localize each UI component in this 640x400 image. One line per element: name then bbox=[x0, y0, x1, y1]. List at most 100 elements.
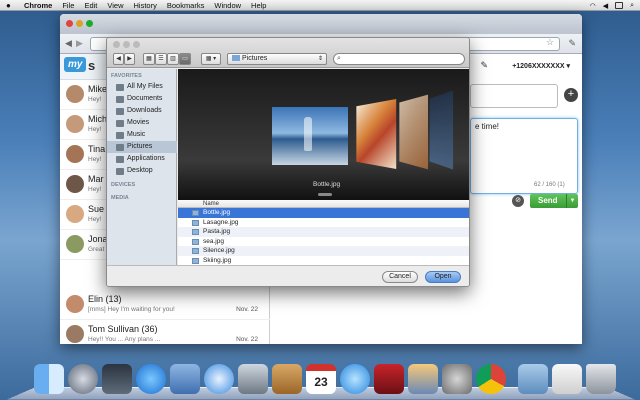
sidebar-item-applications[interactable]: Applications bbox=[107, 153, 177, 165]
volume-icon[interactable]: ◀ bbox=[603, 2, 608, 10]
battery-icon[interactable] bbox=[615, 2, 624, 9]
icon-view-button[interactable]: ▦ bbox=[143, 53, 155, 65]
search-icon[interactable]: ⌕ bbox=[630, 2, 634, 10]
applications-icon bbox=[116, 156, 124, 163]
column-header-name[interactable]: Name bbox=[178, 200, 469, 208]
finder-icon[interactable] bbox=[34, 364, 64, 394]
attach-button[interactable]: ⊘ bbox=[512, 195, 524, 207]
documents-icon[interactable] bbox=[552, 364, 582, 394]
conversation-item[interactable]: Elin (13) [mms] Hey I'm waiting for you!… bbox=[60, 290, 270, 320]
location-popup[interactable]: Pictures ⇕ bbox=[227, 53, 327, 65]
bottle-shape bbox=[304, 117, 312, 151]
cancel-button[interactable]: Cancel bbox=[382, 271, 418, 283]
recipient-field[interactable] bbox=[470, 84, 558, 108]
coverflow-scroller[interactable] bbox=[318, 193, 332, 196]
dialog-control-dot bbox=[133, 41, 140, 48]
open-button[interactable]: Open bbox=[425, 271, 461, 283]
applications-folder-icon[interactable] bbox=[518, 364, 548, 394]
zoom-window-button[interactable] bbox=[86, 20, 93, 27]
conversation-name: Jona bbox=[88, 234, 108, 244]
menu-app-chrome[interactable]: Chrome bbox=[24, 1, 52, 10]
file-row[interactable]: Skiing.jpg bbox=[178, 256, 469, 266]
image-file-icon bbox=[192, 248, 199, 254]
search-field[interactable]: ⌕ bbox=[333, 53, 465, 65]
file-row[interactable]: sea.jpg bbox=[178, 237, 469, 247]
menu-window[interactable]: Window bbox=[214, 1, 241, 10]
compose-icon[interactable]: ✎ bbox=[480, 60, 488, 71]
conversation-name: Mike bbox=[88, 84, 108, 94]
open-file-dialog: ◀ ▶ ▦ ☰ ▥ ▭ ▦ ▾ Pictures ⇕ ⌕ FAVORITES A… bbox=[106, 37, 470, 287]
app-store-icon[interactable] bbox=[136, 364, 166, 394]
sidebar-item-downloads[interactable]: Downloads bbox=[107, 105, 177, 117]
back-button[interactable]: ◀ bbox=[113, 53, 124, 65]
menubar: ● Chrome File Edit View History Bookmark… bbox=[0, 0, 640, 11]
avatar bbox=[66, 85, 84, 103]
movies-icon bbox=[116, 120, 124, 127]
file-row[interactable]: Lasagne.jpg bbox=[178, 218, 469, 228]
iphoto-icon[interactable] bbox=[408, 364, 438, 394]
menu-view[interactable]: View bbox=[107, 1, 123, 10]
add-recipient-button[interactable]: + bbox=[564, 88, 578, 102]
wifi-icon[interactable]: ◠ bbox=[590, 2, 596, 10]
photo-booth-icon[interactable] bbox=[374, 364, 404, 394]
image-file-icon bbox=[192, 257, 199, 264]
list-view-button[interactable]: ☰ bbox=[155, 53, 167, 65]
safari-icon[interactable] bbox=[204, 364, 234, 394]
wrench-icon[interactable]: ✎ bbox=[568, 38, 576, 49]
avatar bbox=[66, 295, 84, 313]
facetime-icon[interactable] bbox=[238, 364, 268, 394]
launchpad-icon[interactable] bbox=[68, 364, 98, 394]
avatar bbox=[66, 325, 84, 343]
sidebar-item-movies[interactable]: Movies bbox=[107, 117, 177, 129]
pictures-icon bbox=[116, 144, 124, 151]
conversation-name: Mich bbox=[88, 114, 108, 124]
star-icon[interactable]: ☆ bbox=[546, 37, 554, 48]
column-view-button[interactable]: ▥ bbox=[167, 53, 179, 65]
coverflow-view-button[interactable]: ▭ bbox=[179, 53, 191, 65]
calendar-icon[interactable]: 23 bbox=[306, 364, 336, 394]
send-label: Send bbox=[538, 196, 558, 205]
menu-file[interactable]: File bbox=[62, 1, 74, 10]
conversation-item[interactable]: Tom Sullivan (36) Hey!! You ... Any plan… bbox=[60, 320, 270, 344]
menu-history[interactable]: History bbox=[134, 1, 157, 10]
file-row[interactable]: Silence.jpg bbox=[178, 246, 469, 256]
dialog-control-dot bbox=[123, 41, 130, 48]
send-options-icon[interactable]: ▼ bbox=[566, 194, 578, 208]
forward-button[interactable]: ▶ bbox=[124, 53, 135, 65]
dialog-footer: Cancel Open bbox=[107, 265, 469, 286]
sidebar-item-music[interactable]: Music bbox=[107, 129, 177, 141]
sidebar-item-desktop[interactable]: Desktop bbox=[107, 165, 177, 177]
forward-icon[interactable]: ▶ bbox=[76, 38, 83, 49]
phone-number[interactable]: +1206XXXXXXX ▾ bbox=[512, 62, 570, 70]
cover-lasagne-image[interactable] bbox=[356, 98, 397, 170]
address-book-icon[interactable] bbox=[272, 364, 302, 394]
minimize-window-button[interactable] bbox=[76, 20, 83, 27]
send-button[interactable]: Send ▼ bbox=[530, 194, 578, 208]
itunes-icon[interactable] bbox=[340, 364, 370, 394]
devices-header: DEVICES bbox=[111, 182, 136, 188]
window-controls bbox=[66, 20, 93, 27]
sidebar-item-pictures[interactable]: Pictures bbox=[107, 141, 177, 153]
trash-icon[interactable] bbox=[586, 364, 616, 394]
menu-bookmarks[interactable]: Bookmarks bbox=[167, 1, 205, 10]
back-icon[interactable]: ◀ bbox=[65, 38, 72, 49]
arrange-button[interactable]: ▦ ▾ bbox=[201, 53, 221, 65]
cover-sea-image[interactable] bbox=[429, 90, 454, 170]
apple-menu-icon[interactable]: ● bbox=[6, 1, 16, 10]
chrome-icon[interactable] bbox=[476, 364, 506, 394]
avatar bbox=[66, 145, 84, 163]
close-window-button[interactable] bbox=[66, 20, 73, 27]
menu-help[interactable]: Help bbox=[251, 1, 266, 10]
mission-control-icon[interactable] bbox=[102, 364, 132, 394]
file-row[interactable]: Pasta.jpg bbox=[178, 227, 469, 237]
coverflow-preview[interactable]: Bottle.jpg bbox=[178, 69, 469, 200]
sidebar-item-documents[interactable]: Documents bbox=[107, 93, 177, 105]
menu-edit[interactable]: Edit bbox=[84, 1, 97, 10]
system-preferences-icon[interactable] bbox=[442, 364, 472, 394]
cover-pasta-image[interactable] bbox=[399, 94, 429, 170]
file-row[interactable]: Bottle.jpg bbox=[178, 208, 469, 218]
sidebar-item-all-my-files[interactable]: All My Files bbox=[107, 81, 177, 93]
conversation-preview: Great bbox=[88, 246, 105, 253]
mail-icon[interactable] bbox=[170, 364, 200, 394]
cover-bottle-image[interactable] bbox=[272, 107, 348, 165]
